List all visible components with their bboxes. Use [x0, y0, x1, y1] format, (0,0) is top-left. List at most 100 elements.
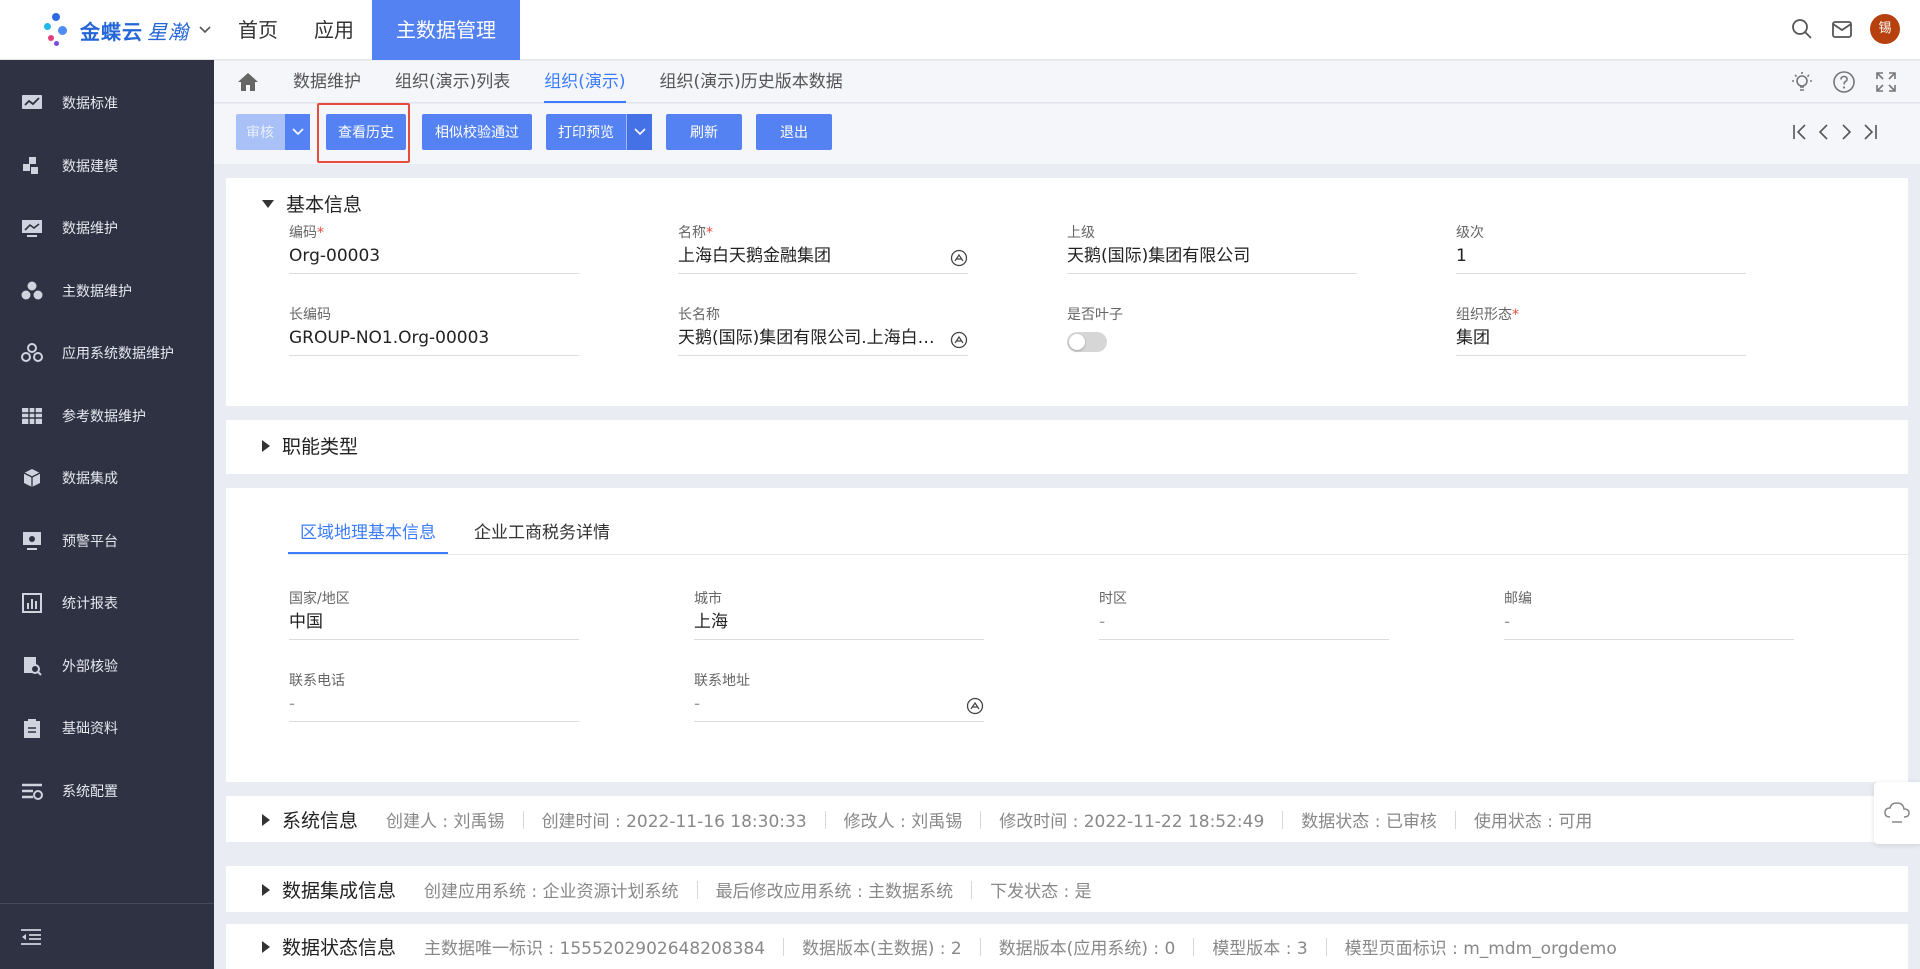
- phone-field[interactable]: 联系电话 -: [289, 670, 579, 722]
- timezone-field[interactable]: 时区 -: [1099, 588, 1389, 640]
- section-title: 职能类型: [282, 436, 359, 458]
- org-form-field[interactable]: 组织形态* 集团: [1456, 304, 1746, 356]
- top-bar: 金蝶云 星瀚 首页 应用 主数据管理 锡: [0, 0, 1920, 60]
- zip-input[interactable]: -: [1504, 608, 1794, 640]
- expand-arrow-icon: [262, 883, 270, 896]
- tab-business-tax[interactable]: 企业工商税务详情: [462, 514, 622, 554]
- tab-org-list[interactable]: 组织(演示)列表: [378, 61, 527, 103]
- section-title: 基本信息: [286, 194, 363, 216]
- bulb-icon[interactable]: [1790, 70, 1814, 94]
- doc-search-icon: [20, 654, 44, 678]
- chevron-down-icon[interactable]: [626, 114, 652, 150]
- fullscreen-icon[interactable]: [1874, 70, 1898, 94]
- code-field[interactable]: 编码* Org-00003: [289, 222, 579, 274]
- tab-org[interactable]: 组织(演示): [527, 61, 642, 103]
- nav-apps[interactable]: 应用: [296, 0, 372, 60]
- system-info-header[interactable]: 系统信息 创建人 : 刘禹锡 创建时间 : 2022-11-16 18:30:3…: [262, 806, 1592, 833]
- is-leaf-toggle[interactable]: [1067, 332, 1107, 352]
- prev-record-icon[interactable]: [1818, 122, 1830, 142]
- sidebar-item-data-standard[interactable]: 数据标准: [0, 72, 214, 135]
- tab-data-maintenance[interactable]: 数据维护: [276, 61, 378, 103]
- sidebar-item-reference-data[interactable]: 参考数据维护: [0, 385, 214, 448]
- integration-info-header[interactable]: 数据集成信息 创建应用系统 : 企业资源计划系统 最后修改应用系统 : 主数据系…: [262, 876, 1092, 903]
- zip-field[interactable]: 邮编 -: [1504, 588, 1794, 640]
- help-icon[interactable]: [1832, 70, 1856, 94]
- city-field[interactable]: 城市 上海: [694, 588, 984, 640]
- tab-org-history[interactable]: 组织(演示)历史版本数据: [643, 61, 860, 103]
- search-icon[interactable]: [1790, 17, 1814, 41]
- status-info-header[interactable]: 数据状态信息 主数据唯一标识 : 1555202902648208384 数据版…: [262, 933, 1617, 960]
- expand-arrow-icon: [262, 940, 270, 953]
- basic-info-header[interactable]: 基本信息: [262, 190, 362, 217]
- sidebar-item-external-check[interactable]: 外部核验: [0, 635, 214, 698]
- collapse-arrow-icon: [262, 199, 274, 208]
- sidebar-item-app-data[interactable]: 应用系统数据维护: [0, 322, 214, 385]
- multilang-icon[interactable]: [966, 697, 984, 715]
- create-system-text: 创建应用系统 : 企业资源计划系统: [424, 882, 679, 902]
- long-code-field[interactable]: 长编码 GROUP-NO1.Org-00003: [289, 304, 579, 356]
- exit-button[interactable]: 退出: [756, 114, 832, 150]
- created-time-text: 创建时间 : 2022-11-16 18:30:33: [541, 812, 807, 832]
- next-record-icon[interactable]: [1840, 122, 1852, 142]
- address-field[interactable]: 联系地址 -: [694, 670, 984, 722]
- region-panel: 区域地理基本信息 企业工商税务详情 国家/地区 中国 城市 上海 时区 - 邮编…: [226, 488, 1908, 782]
- multilang-icon[interactable]: [950, 249, 968, 267]
- org-form-input[interactable]: 集团: [1456, 324, 1746, 356]
- system-info-panel: 系统信息 创建人 : 刘禹锡 创建时间 : 2022-11-16 18:30:3…: [226, 796, 1908, 842]
- address-input[interactable]: -: [694, 690, 984, 722]
- chevron-down-icon[interactable]: [284, 114, 310, 150]
- level-input[interactable]: 1: [1456, 242, 1746, 274]
- function-type-header[interactable]: 职能类型: [262, 432, 358, 459]
- nav-home[interactable]: 首页: [220, 0, 296, 60]
- sidebar-item-basic-data[interactable]: 基础资料: [0, 697, 214, 760]
- sidebar-item-data-maintenance[interactable]: 数据维护: [0, 197, 214, 260]
- code-input[interactable]: Org-00003: [289, 242, 579, 274]
- message-icon[interactable]: [1830, 17, 1854, 41]
- sidebar-item-system-config[interactable]: 系统配置: [0, 760, 214, 823]
- level-field[interactable]: 级次 1: [1456, 222, 1746, 274]
- refresh-button[interactable]: 刷新: [666, 114, 742, 150]
- chevron-down-icon[interactable]: [199, 22, 211, 38]
- country-field[interactable]: 国家/地区 中国: [289, 588, 579, 640]
- similarity-pass-button[interactable]: 相似校验通过: [422, 114, 532, 150]
- sidebar-item-alert[interactable]: 预警平台: [0, 510, 214, 573]
- expand-arrow-icon: [262, 813, 270, 826]
- long-code-input[interactable]: GROUP-NO1.Org-00003: [289, 324, 579, 356]
- sidebar-collapse-button[interactable]: [0, 903, 214, 969]
- page-tab-bar: 数据维护 组织(演示)列表 组织(演示) 组织(演示)历史版本数据: [214, 61, 1920, 103]
- sidebar-item-master-data[interactable]: 主数据维护: [0, 260, 214, 323]
- long-name-field[interactable]: 长名称 天鹅(国际)集团有限公司.上海白天鹅金融集团: [678, 304, 968, 356]
- phone-input[interactable]: -: [289, 690, 579, 722]
- sidebar-item-reports[interactable]: 统计报表: [0, 572, 214, 635]
- record-pager: [1792, 122, 1878, 142]
- settings-list-icon: [20, 779, 44, 803]
- last-record-icon[interactable]: [1862, 122, 1878, 142]
- city-input[interactable]: 上海: [694, 608, 984, 640]
- is-leaf-field[interactable]: 是否叶子: [1067, 304, 1357, 352]
- country-input[interactable]: 中国: [289, 608, 579, 640]
- home-icon[interactable]: [236, 70, 260, 94]
- sidebar-item-integration[interactable]: 数据集成: [0, 447, 214, 510]
- app-logo[interactable]: 金蝶云 星瀚: [40, 12, 211, 48]
- tab-region-info[interactable]: 区域地理基本信息: [288, 514, 448, 554]
- sidebar-item-data-modeling[interactable]: 数据建模: [0, 135, 214, 198]
- timezone-input[interactable]: -: [1099, 608, 1389, 640]
- audit-button[interactable]: 审核: [236, 114, 310, 150]
- parent-field[interactable]: 上级 天鹅(国际)集团有限公司: [1067, 222, 1357, 274]
- print-preview-button[interactable]: 打印预览: [546, 114, 652, 150]
- multilang-icon[interactable]: [950, 331, 968, 349]
- nav-mdm[interactable]: 主数据管理: [372, 0, 520, 60]
- view-history-button[interactable]: 查看历史: [326, 114, 406, 150]
- long-name-input[interactable]: 天鹅(国际)集团有限公司.上海白天鹅金融集团: [678, 324, 968, 356]
- avatar[interactable]: 锡: [1870, 14, 1900, 44]
- clipboard-icon: [20, 716, 44, 740]
- sidebar-item-label: 主数据维护: [62, 283, 132, 300]
- parent-input[interactable]: 天鹅(国际)集团有限公司: [1067, 242, 1357, 274]
- last-system-text: 最后修改应用系统 : 主数据系统: [715, 882, 954, 902]
- sidebar-item-label: 数据标准: [62, 96, 118, 113]
- name-field[interactable]: 名称* 上海白天鹅金融集团: [678, 222, 968, 274]
- name-input[interactable]: 上海白天鹅金融集团: [678, 242, 968, 274]
- cloud-widget[interactable]: [1874, 782, 1920, 844]
- first-record-icon[interactable]: [1792, 122, 1808, 142]
- model-version-text: 模型版本 : 3: [1212, 939, 1308, 959]
